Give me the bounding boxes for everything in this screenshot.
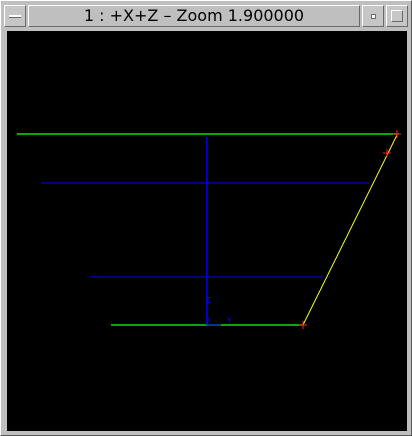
window-title[interactable]: 1 : +X+Z – Zoom 1.900000 [28,5,360,27]
maximize-button[interactable] [386,5,408,27]
3d-viewport[interactable]: Z X Y [7,31,407,431]
axis-label-z: Z [206,296,211,305]
vertex-marker-bottom[interactable] [299,321,307,329]
yellow-edge-line [302,134,398,326]
menu-bar-icon [9,15,21,18]
vertex-marker-top-right[interactable] [393,130,401,138]
app-window: 1 : +X+Z – Zoom 1.900000 Z X Y [0,0,412,436]
minimize-button[interactable] [362,5,384,27]
axis-label-y: Y [227,316,232,325]
title-bar[interactable]: 1 : +X+Z – Zoom 1.900000 [4,4,408,28]
window-menu-button[interactable] [4,5,26,27]
scene-canvas[interactable]: Z X Y [7,31,407,431]
axis-label-x: X [206,316,211,325]
maximize-icon [391,10,403,22]
minimize-icon [371,14,376,19]
